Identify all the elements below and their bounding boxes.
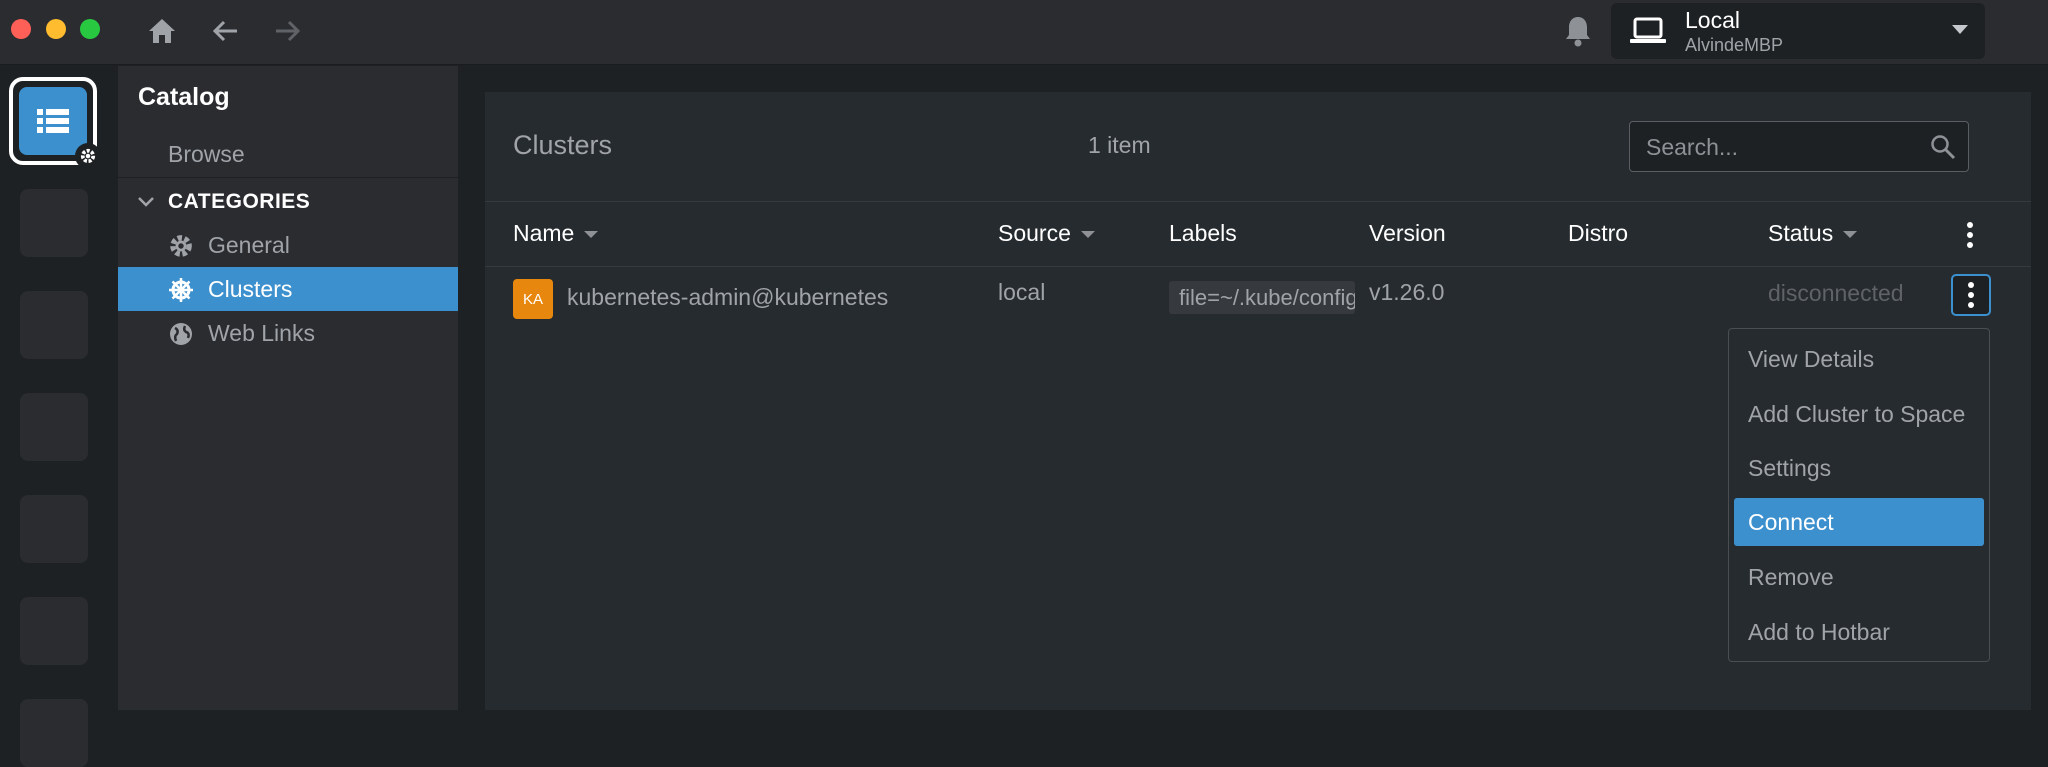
laptop-icon: [1629, 17, 1667, 45]
chevron-down-icon[interactable]: [136, 192, 156, 212]
hotbar-empty-slot[interactable]: [20, 699, 88, 767]
divider: [485, 266, 2031, 267]
cluster-version: v1.26.0: [1369, 279, 1445, 305]
notifications-bell-icon[interactable]: [1562, 14, 1594, 48]
categories-heading[interactable]: CATEGORIES: [168, 190, 310, 214]
row-menu-button[interactable]: [1951, 274, 1991, 316]
minimize-window-button[interactable]: [46, 19, 66, 39]
context-name: Local: [1685, 7, 1740, 33]
sidebar-item-browse[interactable]: Browse: [168, 141, 245, 168]
cluster-context-selector[interactable]: Local AlvindeMBP: [1611, 3, 1985, 59]
cluster-avatar: KA: [513, 279, 553, 319]
catalog-sidebar: Catalog Browse CATEGORIES General Cluste…: [118, 66, 458, 710]
sort-caret-icon: [584, 231, 599, 238]
gear-icon: [168, 233, 194, 259]
back-arrow-icon[interactable]: [208, 14, 242, 48]
sidebar-item-label: Web Links: [208, 320, 315, 346]
cluster-name: kubernetes-admin@kubernetes: [567, 284, 889, 310]
sidebar-item-web-links[interactable]: Web Links: [118, 311, 458, 355]
home-icon[interactable]: [145, 14, 179, 48]
hotbar-empty-slot[interactable]: [20, 597, 88, 665]
row-actions-menu: View Details Add Cluster to Space Settin…: [1728, 328, 1990, 662]
column-header-source[interactable]: Source: [998, 220, 1095, 247]
forward-arrow-icon[interactable]: [271, 14, 305, 48]
search-box[interactable]: [1629, 121, 1969, 172]
column-menu-kebab-icon[interactable]: [1960, 220, 1980, 250]
title-bar: Local AlvindeMBP: [0, 0, 2048, 65]
sidebar-item-label: General: [208, 232, 290, 258]
kebab-icon: [1968, 282, 1974, 308]
hotbar-empty-slot[interactable]: [20, 291, 88, 359]
sidebar-title: Catalog: [138, 83, 230, 111]
column-header-distro: Distro: [1568, 220, 1629, 246]
status-badge: disconnected: [1768, 280, 1904, 306]
sidebar-item-clusters[interactable]: Clusters: [118, 267, 458, 311]
cluster-source: local: [998, 279, 1046, 305]
catalog-list-icon: [19, 87, 87, 155]
globe-icon: [168, 321, 194, 347]
hotbar-empty-slot[interactable]: [20, 393, 88, 461]
column-header-labels: Labels: [1169, 220, 1237, 246]
page-title: Clusters: [513, 130, 613, 160]
sidebar-item-label: Clusters: [208, 276, 293, 302]
sort-caret-icon: [1843, 231, 1858, 238]
menu-item-settings[interactable]: Settings: [1734, 444, 1984, 492]
sidebar-item-general[interactable]: General: [118, 223, 458, 267]
divider: [485, 201, 2031, 202]
close-window-button[interactable]: [11, 19, 31, 39]
menu-item-view-details[interactable]: View Details: [1734, 335, 1984, 383]
hotbar-empty-slot[interactable]: [20, 189, 88, 257]
search-input[interactable]: [1646, 130, 1926, 164]
column-header-name[interactable]: Name: [513, 220, 599, 247]
item-count: 1 item: [1088, 132, 1151, 158]
menu-item-remove[interactable]: Remove: [1734, 553, 1984, 601]
zoom-window-button[interactable]: [80, 19, 100, 39]
menu-item-add-cluster-to-space[interactable]: Add Cluster to Space: [1734, 390, 1984, 438]
helm-icon: [168, 277, 194, 303]
context-machine: AlvindeMBP: [1685, 35, 1784, 55]
hotbar-empty-slot[interactable]: [20, 495, 88, 563]
settings-gear-icon[interactable]: [75, 143, 101, 169]
menu-item-add-to-hotbar[interactable]: Add to Hotbar: [1734, 608, 1984, 656]
column-header-status[interactable]: Status: [1768, 220, 1858, 247]
column-header-version: Version: [1369, 220, 1446, 246]
sort-caret-icon: [1080, 231, 1095, 238]
chevron-down-icon: [1952, 25, 1968, 34]
menu-item-connect[interactable]: Connect: [1734, 498, 1984, 546]
divider: [118, 177, 458, 178]
label-badge: file=~/.kube/config: [1169, 281, 1355, 314]
search-icon[interactable]: [1930, 134, 1956, 160]
